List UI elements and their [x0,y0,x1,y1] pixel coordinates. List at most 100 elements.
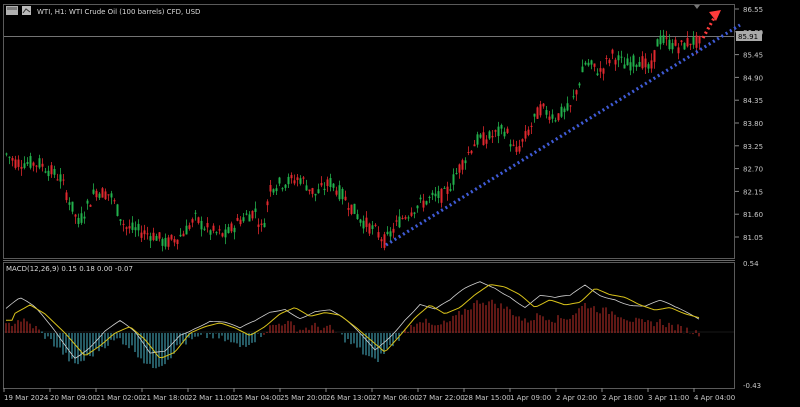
time-tick-label: 28 Mar 15:00 [464,394,511,402]
candle-body [413,212,416,214]
candle-body [440,188,443,203]
price-tick-label: 86.55 [743,6,763,14]
candle-body [257,224,260,227]
candle-body [311,188,314,194]
time-tick-label: 4 Apr 04:00 [694,394,735,402]
candle-body [125,227,128,229]
candle-body [635,64,638,68]
candle-body [524,131,527,139]
candle-body [296,177,299,180]
time-axis[interactable]: 19 Mar 2024 20 Mar 09:00 21 Mar 02:00 21 Ma… [3,388,735,402]
projection-line[interactable] [701,17,716,39]
candle-body [332,183,335,188]
candle-body [35,165,38,167]
candle-body [629,62,632,71]
time-tick-label: 2 Apr 18:00 [602,394,643,402]
candle-body [422,200,425,208]
candle-body [437,191,440,198]
candle-body [434,193,437,197]
candle-body [377,232,380,238]
candle-body [521,139,524,142]
candle-body [686,38,689,47]
chart-mode-icon[interactable] [22,6,31,15]
support-trendline[interactable] [385,23,741,247]
candle-body [593,63,596,67]
candle-body [116,204,119,216]
candle-body [533,113,536,117]
candle-body [689,43,692,46]
candle-body [239,219,242,225]
candle-body [44,171,47,173]
candle-body [170,234,173,240]
candle-body [581,66,584,73]
candle-body [356,214,359,220]
candle-body [545,110,548,115]
candle-body [74,214,77,217]
candle-body [368,223,371,234]
price-tick-label: 85.45 [743,52,763,60]
candle-body [641,56,644,69]
chart-window[interactable]: WTI, H1: WTI Crude Oil (100 barrels) CFD… [0,0,800,407]
candle-body [455,173,458,175]
candle-body [677,47,680,54]
candle-body [614,59,617,65]
candle-body [401,217,404,219]
candle-body [71,201,74,212]
candle-body [560,106,563,117]
symbol-title: WTI, H1: WTI Crude Oil (100 barrels) CFD… [37,8,200,16]
candle-body [623,64,626,69]
time-tick-label: 25 Mar 04:00 [234,394,281,402]
main-chart-frame [3,4,735,259]
candle-body [107,194,110,196]
candle-body [20,166,23,169]
candle-body [23,163,26,168]
projection-arrow-icon[interactable] [709,10,721,21]
candle-body [410,212,413,216]
candle-body [362,220,365,229]
candle-body [278,177,281,184]
candle-body [80,213,83,223]
macd-line [5,281,700,359]
candle-body [251,210,254,219]
candle-body [8,156,11,158]
candle-body [269,185,272,192]
candle-body [104,191,107,200]
candle-body [182,233,185,237]
candle-body [650,60,653,69]
candle-body [263,222,266,228]
candle-body [575,90,578,95]
time-tick-label: 2 Apr 02:00 [556,394,597,402]
candle-body [266,201,269,206]
candle-body [323,188,326,191]
chart-svg[interactable]: WTI, H1: WTI Crude Oil (100 barrels) CFD… [0,0,800,407]
scroll-marker-icon[interactable] [694,5,700,9]
candle-body [164,237,167,247]
candle-body [620,56,623,58]
candle-body [569,105,572,107]
candle-body [605,58,608,60]
candle-body [473,144,476,147]
candle-body [671,43,674,50]
candle-body [695,35,698,48]
candle-body [512,144,515,146]
candle-body [443,187,446,189]
candle-body [155,236,158,241]
candle-body [134,227,137,231]
candle-body [326,179,329,186]
candle-body [17,159,20,167]
candle-body [407,217,410,219]
candle-body [137,223,140,231]
candle-body [674,39,677,46]
candle-body [47,170,50,177]
candle-body [680,40,683,43]
candle-body [485,139,488,144]
candle-body [32,162,35,166]
time-tick-label: 21 Mar 18:00 [142,394,189,402]
candle-body [68,202,71,205]
candle-body [299,178,302,184]
price-axis[interactable]: 86.5586.0085.4584.9084.3583.8083.2582.70… [735,6,763,242]
candle-body [647,64,650,69]
candle-body [446,186,449,194]
candle-body [494,130,497,132]
candle-body [197,217,200,223]
